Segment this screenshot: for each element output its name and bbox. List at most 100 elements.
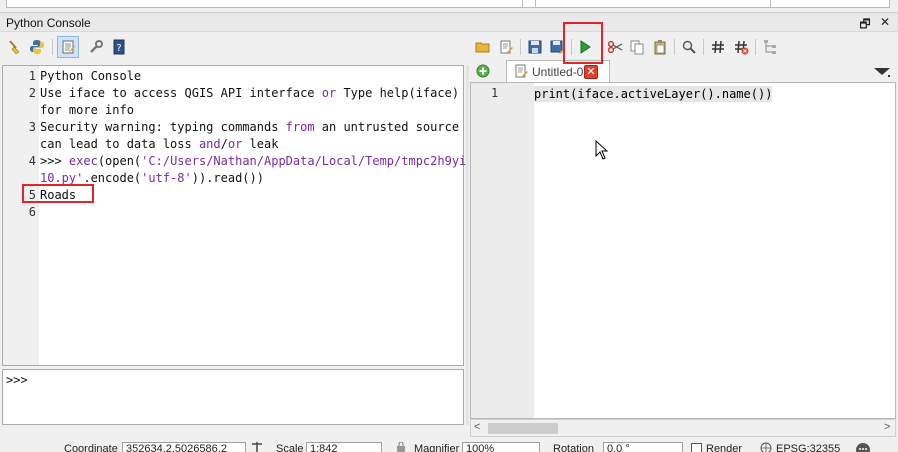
text-segment: leak: [242, 137, 279, 151]
paste-button[interactable]: [649, 36, 671, 58]
line-number: 1: [28, 69, 36, 83]
line-number: 3: [28, 120, 36, 134]
map-canvas-edge: [0, 0, 898, 12]
render-checkbox[interactable]: [691, 443, 702, 452]
text-segment: /: [220, 137, 228, 151]
text-segment: Type help(iface): [336, 86, 460, 100]
crs-label[interactable]: EPSG:32355: [776, 443, 840, 452]
line-text: can lead to data loss and/or leak: [40, 136, 278, 153]
close-panel-button[interactable]: ✕: [878, 15, 892, 29]
keyword: exec: [68, 154, 98, 168]
scroll-left-arrow[interactable]: <: [474, 421, 480, 433]
svg-text:?: ?: [116, 43, 121, 54]
editor-line-number: 1: [491, 86, 499, 100]
console-line: for more info: [3, 102, 463, 119]
panel-splitter[interactable]: [466, 65, 469, 425]
line-text: >>> exec(open('C:/Users/Nathan/AppData/L…: [40, 153, 466, 170]
script-editor[interactable]: 1 print(iface.activeLayer().name()): [470, 82, 896, 419]
line-text: for more info: [40, 103, 134, 117]
line-text: Security warning: typing commands from a…: [40, 119, 459, 136]
scale-field[interactable]: 1:842: [306, 442, 382, 452]
map-canvas-frame: [6, 0, 890, 8]
editor-code: print(iface.activeLayer().name()): [534, 86, 773, 102]
text-segment: Use iface to access QGIS API interface: [40, 86, 322, 100]
cut-button[interactable]: [604, 36, 626, 58]
text-segment: can lead to data loss: [40, 137, 199, 151]
help-button[interactable]: ?: [108, 36, 130, 58]
rotation-field[interactable]: 0.0 °: [603, 442, 683, 452]
magnifier-label: Magnifier: [414, 443, 460, 452]
coordinate-field[interactable]: 352634.2,5026586.2: [122, 442, 246, 452]
tab-list-menu-button[interactable]: [873, 66, 891, 80]
console-line: 3 Security warning: typing commands from…: [3, 119, 463, 136]
uncomment-hash-icon: [735, 40, 749, 55]
output-result-highlight: [22, 184, 94, 203]
globe-icon[interactable]: [760, 442, 772, 452]
keyword: or: [321, 86, 337, 100]
mouse-cursor-icon: [595, 140, 609, 160]
line-number: 2: [28, 86, 36, 100]
script-file-icon: [515, 64, 528, 78]
save-icon: [528, 40, 542, 54]
find-text-button[interactable]: [678, 36, 700, 58]
toolbar-separator: [674, 39, 675, 55]
python-icon: [30, 40, 44, 54]
messages-icon[interactable]: [855, 442, 871, 452]
copy-button[interactable]: [626, 36, 648, 58]
status-bar: Coordinate 352634.2,5026586.2 Scale 1:84…: [0, 438, 898, 452]
editor-toolbar: [470, 33, 898, 61]
scroll-right-arrow[interactable]: >: [884, 421, 890, 433]
chevron-down-icon: [874, 68, 890, 77]
line-text: Python Console: [40, 69, 142, 83]
console-line: 2 Use iface to access QGIS API interface…: [3, 85, 463, 102]
settings-button[interactable]: [85, 36, 107, 58]
hash-icon: [712, 40, 724, 54]
tree-structure-icon: [764, 40, 776, 54]
text-segment: an untrusted source: [314, 120, 460, 134]
panel-title: Python Console: [6, 16, 91, 30]
console-input[interactable]: >>>: [2, 369, 464, 425]
console-line: 6: [3, 204, 463, 221]
lock-icon[interactable]: [396, 442, 406, 452]
scissors-icon: [607, 40, 623, 54]
line-number: 4: [28, 154, 36, 168]
uncomment-button[interactable]: [730, 36, 752, 58]
scrollbar-thumb[interactable]: [488, 423, 558, 434]
object-inspector-button[interactable]: [759, 36, 781, 58]
text-segment: >>>: [40, 154, 69, 168]
text-segment: .encode(: [83, 171, 142, 185]
console-line: can lead to data loss and/or leak: [3, 136, 463, 153]
magnifier-field[interactable]: 100%: [462, 442, 540, 452]
line-text: Use iface to access QGIS API interface o…: [40, 85, 459, 102]
string-literal: 'C:/Users/Nathan/AppData/Local/Temp/tmpc…: [141, 154, 467, 168]
broom-icon: [9, 40, 20, 55]
line-number: 6: [28, 205, 36, 219]
script-editor-icon: [62, 40, 75, 54]
divider: [535, 0, 536, 8]
import-class-button[interactable]: [26, 36, 48, 58]
magnifier-icon: [682, 40, 696, 54]
console-line: 1 Python Console: [3, 68, 463, 85]
console-output[interactable]: 1 Python Console 2 Use iface to access Q…: [2, 65, 466, 366]
toolbar-separator: [703, 39, 704, 55]
save-button[interactable]: [524, 36, 546, 58]
rotation-label: Rotation: [553, 443, 594, 452]
editor-line: 1 print(iface.activeLayer().name()): [471, 86, 895, 102]
tab-label: Untitled-0: [532, 65, 584, 79]
coordinate-label: Coordinate: [64, 443, 118, 452]
open-in-external-editor-button[interactable]: [495, 36, 517, 58]
mouse-icon[interactable]: [250, 442, 264, 452]
copy-icon: [630, 40, 644, 55]
text-segment: Security warning: typing commands: [40, 120, 286, 134]
open-script-button[interactable]: [472, 36, 494, 58]
editor-horizontal-scrollbar[interactable]: < >: [470, 419, 896, 437]
toolbar-separator: [755, 39, 756, 55]
clear-console-button[interactable]: [4, 36, 26, 58]
show-editor-button[interactable]: [57, 36, 79, 58]
close-tab-button[interactable]: ✕: [584, 65, 598, 79]
new-editor-tab-button[interactable]: [476, 64, 490, 78]
plus-icon: [476, 64, 490, 78]
comment-button[interactable]: [707, 36, 729, 58]
run-button-highlight: [563, 22, 603, 64]
python-console-dock-title: Python Console 🗗 ✕: [0, 12, 898, 32]
